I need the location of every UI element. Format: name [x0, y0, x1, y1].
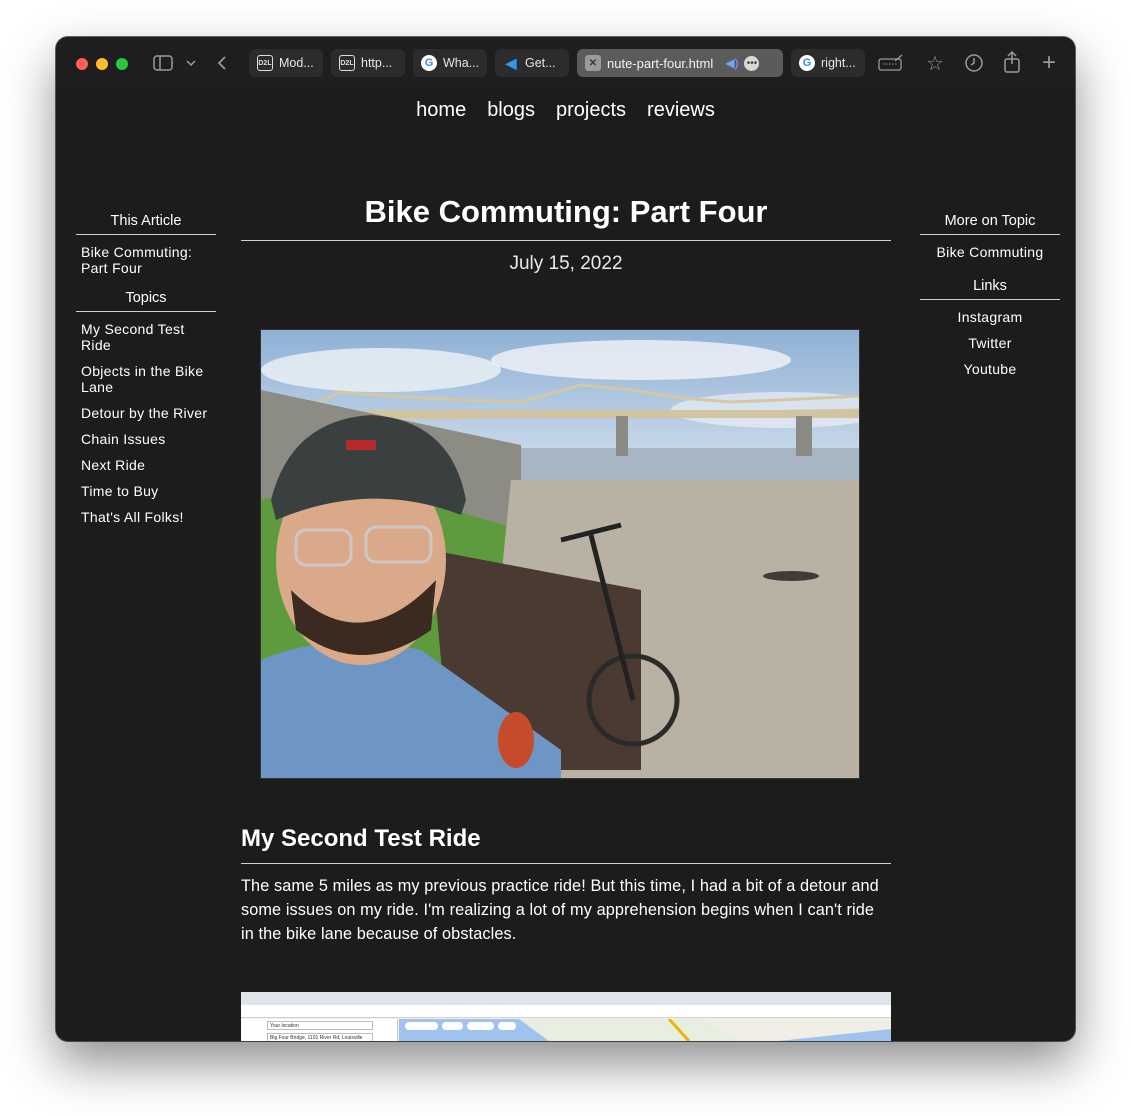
tab-1[interactable]: D2L Mod...	[249, 49, 323, 77]
more-on-topic-heading: More on Topic	[920, 213, 1060, 235]
history-icon[interactable]	[963, 52, 985, 74]
d2l-icon: D2L	[257, 55, 273, 71]
vscode-icon: ◀	[505, 54, 517, 71]
window-controls	[76, 58, 128, 70]
selfie-photo	[260, 329, 860, 779]
web-page: home blogs projects reviews This Article…	[56, 89, 1075, 1041]
embedded-directions-panel: Your location Big Four Bridge, 1101 Rive…	[241, 1019, 398, 1041]
browser-toolbar: D2L Mod... D2L http... G Wha... ◀ Get...…	[56, 37, 1075, 89]
tab-label: Wha...	[443, 56, 480, 70]
nav-home[interactable]: home	[416, 99, 466, 122]
topic-link[interactable]: Next Ride	[76, 457, 216, 473]
youtube-link[interactable]: Youtube	[920, 361, 1060, 377]
tab-label: nute-part-four.html	[607, 55, 714, 71]
article-title: Bike Commuting: Part Four	[364, 194, 768, 229]
bookmark-star-icon[interactable]: ☆	[924, 52, 946, 75]
back-icon[interactable]	[216, 55, 228, 71]
section-divider	[241, 863, 891, 864]
topic-link[interactable]: Time to Buy	[76, 483, 216, 499]
tab-active[interactable]: ✕ nute-part-four.html ◀) •••	[577, 49, 783, 77]
share-icon[interactable]	[1002, 51, 1022, 73]
topic-link[interactable]: Chain Issues	[76, 431, 216, 447]
new-tab-icon[interactable]: +	[1039, 49, 1059, 76]
google-icon: G	[421, 55, 437, 71]
speaker-icon[interactable]: ◀)	[725, 56, 738, 70]
section-paragraph: The same 5 miles as my previous practice…	[241, 877, 879, 943]
nav-blogs[interactable]: blogs	[487, 99, 535, 122]
links-heading: Links	[920, 278, 1060, 300]
instagram-link[interactable]: Instagram	[920, 309, 1060, 325]
topic-link[interactable]: My Second Test Ride	[76, 321, 216, 353]
tab-6[interactable]: G right...	[791, 49, 865, 77]
embedded-map: Restaurants Coffee Groceries More	[399, 1017, 891, 1041]
zoom-window-button[interactable]	[116, 58, 128, 70]
tab-3[interactable]: G Wha...	[413, 49, 487, 77]
chevron-down-icon[interactable]	[185, 55, 197, 71]
sidebar-toggle-icon[interactable]	[153, 55, 173, 71]
d2l-icon: D2L	[339, 55, 355, 71]
close-icon[interactable]: ✕	[585, 55, 601, 71]
more-on-topic-link[interactable]: Bike Commuting	[920, 244, 1060, 260]
tab-label: Mod...	[279, 56, 314, 70]
twitter-link[interactable]: Twitter	[920, 335, 1060, 351]
tab-label: http...	[361, 56, 393, 70]
left-sidebar: This Article Bike Commuting: Part Four T…	[76, 213, 216, 535]
embedded-origin-field: Your location	[267, 1021, 373, 1030]
section-title: My Second Test Ride	[241, 825, 481, 852]
nav-projects[interactable]: projects	[556, 99, 626, 122]
tab-label: right...	[821, 56, 856, 70]
site-nav: home blogs projects reviews	[56, 99, 1075, 122]
tab-2[interactable]: D2L http...	[331, 49, 405, 77]
right-sidebar: More on Topic Bike Commuting Links Insta…	[920, 213, 1060, 387]
title-divider	[241, 240, 891, 241]
topic-link[interactable]: That's All Folks!	[76, 509, 216, 525]
topics-heading: Topics	[76, 290, 216, 312]
chip: Restaurants	[405, 1022, 438, 1030]
topic-link[interactable]: Objects in the Bike Lane	[76, 363, 216, 395]
tab-4[interactable]: ◀ Get...	[495, 49, 569, 77]
nav-reviews[interactable]: reviews	[647, 99, 715, 122]
embedded-destination-field: Big Four Bridge, 1101 River Rd, Louisvil…	[267, 1033, 373, 1041]
maps-screenshot: Your location Big Four Bridge, 1101 Rive…	[241, 992, 891, 1041]
embedded-addressbar	[241, 1005, 891, 1018]
close-window-button[interactable]	[76, 58, 88, 70]
google-icon: G	[799, 55, 815, 71]
minimize-window-button[interactable]	[96, 58, 108, 70]
article-date: July 15, 2022	[509, 253, 623, 274]
chip: More	[498, 1022, 516, 1030]
this-article-heading: This Article	[76, 213, 216, 235]
more-icon[interactable]: •••	[744, 55, 760, 71]
chip: Groceries	[466, 1022, 495, 1030]
chip: Coffee	[441, 1022, 463, 1030]
embedded-chips: Restaurants Coffee Groceries More	[405, 1022, 516, 1030]
browser-window: D2L Mod... D2L http... G Wha... ◀ Get...…	[56, 37, 1075, 1041]
this-article-link[interactable]: Bike Commuting: Part Four	[76, 244, 216, 276]
embedded-tabbar	[241, 992, 891, 1005]
topic-link[interactable]: Detour by the River	[76, 405, 216, 421]
reader-icon[interactable]	[878, 53, 904, 73]
tab-label: Get...	[525, 56, 556, 70]
